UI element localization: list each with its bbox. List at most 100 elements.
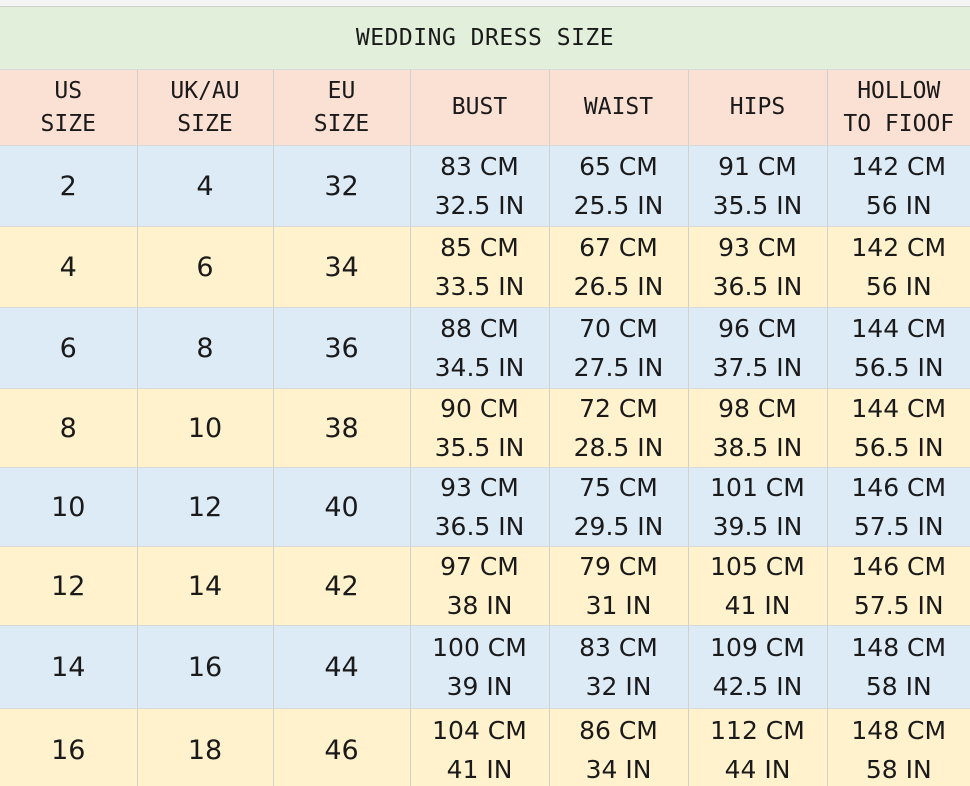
- cell-uk-au-size: 8: [137, 307, 274, 389]
- cell-hips-cm: 91 CM: [718, 152, 797, 181]
- cell-bust-in: 33.5 IN: [434, 272, 525, 301]
- cell-waist-cm: 83 CM: [579, 633, 658, 662]
- cell-hollow-to-floor-cm: 144 CM: [851, 314, 947, 343]
- table-row: 2 4 32 83 CM 32.5 IN 65 CM 25.5 IN 91 CM 35.5 IN…: [0, 145, 970, 227]
- title-row: WEDDING DRESS SIZE: [0, 6, 970, 70]
- header-row: US SIZE UK/AU SIZE EU SIZE BUST WAIST HIPS …: [0, 69, 970, 146]
- cell-waist: 65 CM 25.5 IN: [549, 145, 689, 227]
- cell-hollow-to-floor: 144 CM 56.5 IN: [827, 388, 970, 468]
- cell-hollow-to-floor-cm: 148 CM: [851, 633, 947, 662]
- cell-hips-cm: 96 CM: [718, 314, 797, 343]
- cell-bust: 104 CM 41 IN: [410, 708, 550, 786]
- cell-hollow-to-floor-cm: 144 CM: [851, 394, 947, 423]
- cell-bust-cm: 83 CM: [440, 152, 519, 181]
- cell-eu-size: 36: [273, 307, 411, 389]
- cell-waist-in: 31 IN: [585, 591, 652, 620]
- cell-hips: 109 CM 42.5 IN: [688, 625, 828, 709]
- cell-hips-in: 36.5 IN: [712, 272, 803, 301]
- size-chart-sheet: WEDDING DRESS SIZE US SIZE UK/AU SIZE EU SI…: [0, 0, 970, 786]
- cell-waist-in: 27.5 IN: [573, 353, 664, 382]
- table-row: 14 16 44 100 CM 39 IN 83 CM 32 IN 109 CM 42.5 IN…: [0, 625, 970, 709]
- cell-hollow-to-floor: 148 CM 58 IN: [827, 708, 970, 786]
- cell-waist: 70 CM 27.5 IN: [549, 307, 689, 389]
- cell-waist-in: 26.5 IN: [573, 272, 664, 301]
- cell-us-size: 4: [0, 226, 138, 308]
- table-row: 12 14 42 97 CM 38 IN 79 CM 31 IN 105 CM 41 IN 146…: [0, 546, 970, 626]
- cell-hollow-to-floor: 146 CM 57.5 IN: [827, 467, 970, 547]
- cell-bust: 88 CM 34.5 IN: [410, 307, 550, 389]
- cell-waist-cm: 86 CM: [579, 716, 658, 745]
- cell-us-size: 10: [0, 467, 138, 547]
- cell-uk-au-size: 10: [137, 388, 274, 468]
- cell-waist-cm: 67 CM: [579, 233, 658, 262]
- table-row: 4 6 34 85 CM 33.5 IN 67 CM 26.5 IN 93 CM 36.5 IN…: [0, 226, 970, 308]
- cell-eu-size: 46: [273, 708, 411, 786]
- cell-hollow-to-floor-cm: 142 CM: [851, 233, 947, 262]
- cell-hollow-to-floor-cm: 142 CM: [851, 152, 947, 181]
- cell-hollow-to-floor-in: 57.5 IN: [853, 591, 944, 620]
- header-waist: WAIST: [549, 69, 689, 146]
- cell-waist-in: 28.5 IN: [573, 433, 664, 462]
- cell-waist: 83 CM 32 IN: [549, 625, 689, 709]
- cell-us-size: 2: [0, 145, 138, 227]
- cell-us-size: 8: [0, 388, 138, 468]
- cell-waist: 79 CM 31 IN: [549, 546, 689, 626]
- cell-hollow-to-floor: 142 CM 56 IN: [827, 226, 970, 308]
- cell-bust-in: 39 IN: [446, 672, 513, 701]
- cell-us-size: 12: [0, 546, 138, 626]
- cell-us-size: 6: [0, 307, 138, 389]
- cell-hips-in: 41 IN: [724, 591, 791, 620]
- cell-us-size: 16: [0, 708, 138, 786]
- cell-eu-size: 38: [273, 388, 411, 468]
- cell-waist: 72 CM 28.5 IN: [549, 388, 689, 468]
- cell-uk-au-size: 4: [137, 145, 274, 227]
- cell-bust-cm: 104 CM: [432, 716, 527, 745]
- cell-waist-cm: 70 CM: [579, 314, 658, 343]
- cell-waist: 75 CM 29.5 IN: [549, 467, 689, 547]
- cell-bust-in: 35.5 IN: [434, 433, 525, 462]
- cell-bust-in: 41 IN: [446, 755, 513, 784]
- cell-hips-in: 42.5 IN: [712, 672, 803, 701]
- cell-hollow-to-floor: 146 CM 57.5 IN: [827, 546, 970, 626]
- cell-waist-cm: 72 CM: [579, 394, 658, 423]
- header-eu-size: EU SIZE: [273, 69, 411, 146]
- cell-hollow-to-floor-in: 56 IN: [865, 191, 932, 220]
- cell-hollow-to-floor-in: 56.5 IN: [853, 353, 944, 382]
- cell-bust-cm: 88 CM: [440, 314, 519, 343]
- cell-waist-in: 29.5 IN: [573, 512, 664, 541]
- cell-hollow-to-floor: 142 CM 56 IN: [827, 145, 970, 227]
- cell-uk-au-size: 16: [137, 625, 274, 709]
- cell-hollow-to-floor-cm: 146 CM: [851, 473, 947, 502]
- cell-eu-size: 40: [273, 467, 411, 547]
- table-row: 8 10 38 90 CM 35.5 IN 72 CM 28.5 IN 98 CM 38.5 I…: [0, 388, 970, 468]
- cell-waist-cm: 75 CM: [579, 473, 658, 502]
- cell-hips-cm: 109 CM: [710, 633, 805, 662]
- cell-waist-cm: 65 CM: [579, 152, 658, 181]
- cell-bust-cm: 97 CM: [440, 552, 519, 581]
- cell-hips-cm: 105 CM: [710, 552, 805, 581]
- cell-hips-cm: 98 CM: [718, 394, 797, 423]
- cell-eu-size: 42: [273, 546, 411, 626]
- cell-hollow-to-floor: 144 CM 56.5 IN: [827, 307, 970, 389]
- cell-bust-cm: 100 CM: [432, 633, 527, 662]
- cell-bust: 83 CM 32.5 IN: [410, 145, 550, 227]
- table-row: 6 8 36 88 CM 34.5 IN 70 CM 27.5 IN 96 CM 37.5 IN…: [0, 307, 970, 389]
- header-hips: HIPS: [688, 69, 828, 146]
- cell-bust: 97 CM 38 IN: [410, 546, 550, 626]
- cell-waist: 67 CM 26.5 IN: [549, 226, 689, 308]
- cell-hollow-to-floor-cm: 148 CM: [851, 716, 947, 745]
- cell-hips-in: 35.5 IN: [712, 191, 803, 220]
- cell-hollow-to-floor-in: 58 IN: [865, 755, 932, 784]
- table-row: 16 18 46 104 CM 41 IN 86 CM 34 IN 112 CM 44 IN 14…: [0, 708, 970, 786]
- cell-bust: 90 CM 35.5 IN: [410, 388, 550, 468]
- cell-hips: 112 CM 44 IN: [688, 708, 828, 786]
- size-chart-table: WEDDING DRESS SIZE US SIZE UK/AU SIZE EU SI…: [0, 0, 970, 786]
- cell-bust-cm: 85 CM: [440, 233, 519, 262]
- table-row: 10 12 40 93 CM 36.5 IN 75 CM 29.5 IN 101 CM 39.5…: [0, 467, 970, 547]
- cell-hips-in: 39.5 IN: [712, 512, 803, 541]
- cell-hollow-to-floor-in: 56 IN: [865, 272, 932, 301]
- cell-uk-au-size: 6: [137, 226, 274, 308]
- cell-us-size: 14: [0, 625, 138, 709]
- cell-waist: 86 CM 34 IN: [549, 708, 689, 786]
- cell-uk-au-size: 14: [137, 546, 274, 626]
